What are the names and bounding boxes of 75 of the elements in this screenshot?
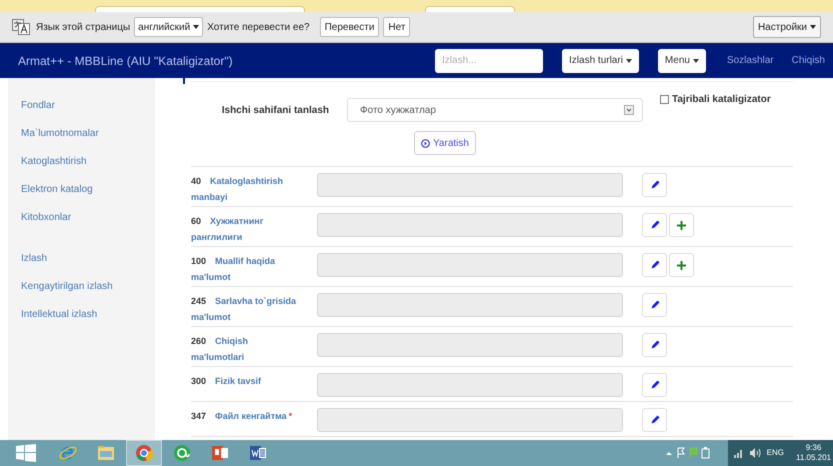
field-label: 347 Файл кенгайтма * (191, 410, 294, 423)
text-field[interactable] (317, 293, 623, 317)
caret-icon (810, 25, 816, 29)
pencil-icon (650, 300, 660, 310)
sidebar-link[interactable]: Intellektual izlash (21, 307, 155, 335)
worksheet-label: Ishchi sahifani tanlash (220, 104, 330, 118)
pencil-icon (650, 380, 660, 390)
keyboard-language[interactable]: ENG (766, 447, 784, 459)
sidebar-link[interactable]: Ma`lumotnomalar (21, 126, 155, 154)
field-label: 40 Kataloglashtirish manbayi (191, 175, 284, 204)
text-field[interactable] (317, 253, 623, 277)
pencil-icon (650, 340, 660, 350)
search-field[interactable]: Izlash... (435, 48, 544, 72)
caret-icon (193, 25, 200, 29)
sidebar-link[interactable]: Fondlar (21, 98, 155, 126)
sidebar-link[interactable]: Kitobxonlar (21, 210, 155, 238)
edit-button[interactable] (642, 408, 667, 432)
plus-icon (677, 260, 686, 270)
edit-button[interactable] (642, 213, 667, 237)
clock-date[interactable]: 11.05.201 (796, 453, 831, 463)
worksheet-select[interactable]: Фото хужжатлар (347, 98, 643, 122)
pencil-icon (650, 180, 660, 190)
field-label: 100 Muallif haqida ma'lumot (191, 255, 276, 284)
text-field[interactable] (317, 213, 623, 237)
nav-link[interactable]: Sozlashlar (726, 53, 774, 68)
translate-icon (12, 19, 30, 35)
document-app-icon (248, 443, 268, 463)
edit-button[interactable] (642, 373, 667, 397)
field-label: 245 Sarlavha to`grisida ma'lumot (191, 295, 298, 324)
field-label: 300 Fizik tavsif (191, 375, 262, 388)
clock-time[interactable]: 9:36 (806, 443, 822, 453)
caret-icon (692, 58, 699, 62)
edit-button[interactable] (642, 333, 667, 357)
pencil-icon (650, 260, 660, 270)
settings-button[interactable]: Настройки (752, 16, 821, 38)
text-field[interactable] (317, 333, 623, 357)
round-browser-icon (134, 443, 154, 463)
field-label: 60 Хужжатнинг ранглилиги (191, 215, 264, 244)
page-language-label: Язык этой страницы (36, 20, 130, 34)
translate-question: Хотите перевести ее? (207, 20, 310, 34)
sidebar-link[interactable]: Katoglashtirish (21, 154, 155, 182)
folder-icon (96, 443, 116, 463)
field-label: 260 Chiqish ma'lumotlari (191, 335, 250, 364)
nav-link[interactable]: Chiqish (792, 53, 825, 68)
edit-button[interactable] (642, 253, 667, 277)
chevron-down-icon (624, 105, 634, 115)
presentation-app-icon (210, 443, 230, 463)
app-title: Armat++ - MBBLine (AIU "Kataligizator") (18, 52, 233, 70)
sidebar-link[interactable]: Elektron katalog (21, 182, 155, 210)
caret-icon (626, 58, 632, 62)
edit-button[interactable] (642, 293, 667, 317)
checkbox-label: Tajribali kataligizator (672, 93, 771, 107)
taskbar-app[interactable] (126, 440, 162, 466)
search-types-button[interactable]: Izlash turlari (562, 48, 639, 72)
edit-button[interactable] (642, 173, 667, 197)
text-field[interactable] (317, 408, 623, 432)
text-field[interactable] (317, 173, 623, 197)
at-sign-icon (172, 443, 192, 463)
translate-button[interactable]: Перевести (320, 17, 380, 37)
speaker-icon[interactable] (750, 448, 761, 458)
sidebar-link[interactable]: Izlash (21, 251, 155, 279)
add-button[interactable] (669, 253, 694, 277)
text-field[interactable] (317, 373, 623, 397)
menu-button[interactable]: Menu (658, 48, 706, 72)
start-icon[interactable] (16, 444, 36, 462)
language-dropdown[interactable]: английский (134, 17, 204, 37)
checkbox[interactable] (660, 95, 669, 104)
signal-icon[interactable] (734, 448, 744, 458)
sidebar-link[interactable]: Kengaytirilgan izlash (21, 279, 155, 307)
plus-icon (677, 220, 686, 230)
pencil-icon (650, 415, 660, 425)
pencil-icon (650, 220, 660, 230)
no-button[interactable]: Нет (383, 17, 410, 37)
add-button[interactable] (669, 213, 694, 237)
create-button[interactable]: Yaratish (414, 131, 476, 155)
